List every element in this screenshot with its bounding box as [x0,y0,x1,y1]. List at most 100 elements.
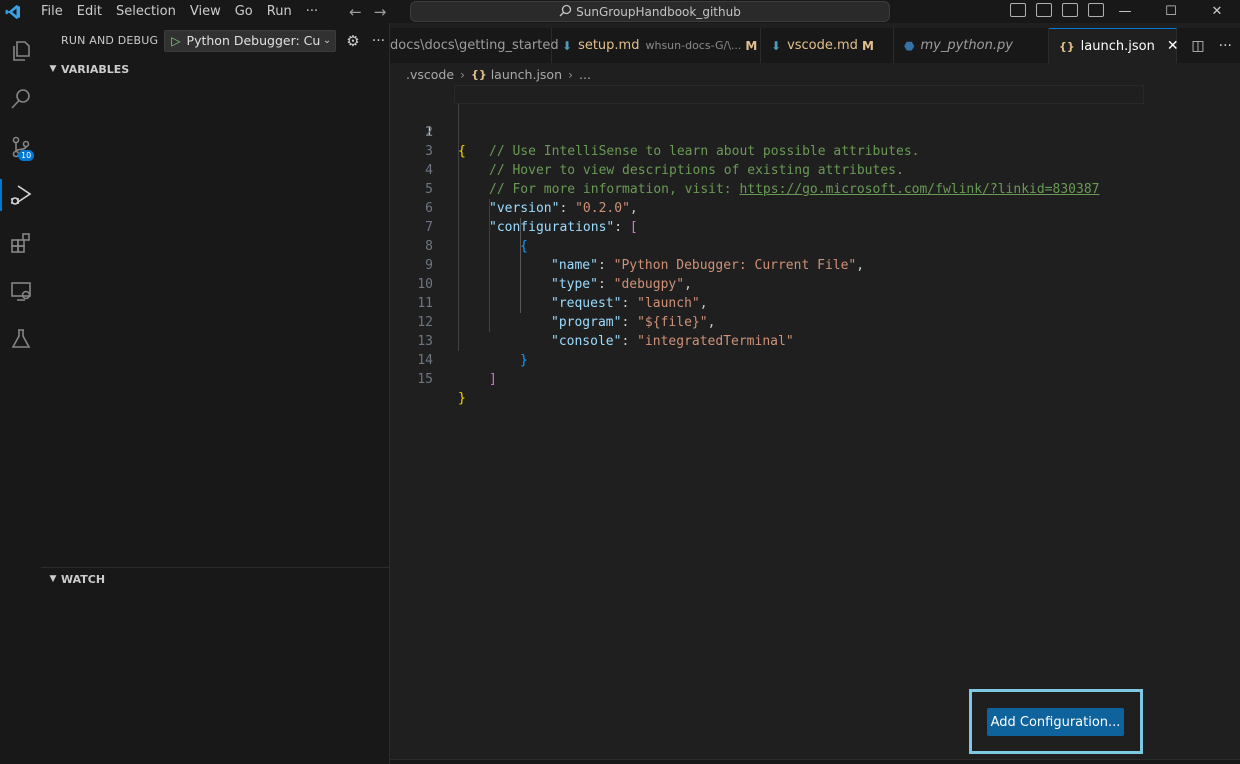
current-line-highlight [454,85,1144,104]
run-and-debug-icon[interactable] [0,173,41,217]
json-string: "${file}" [637,315,708,330]
code-line: 5 "version": "0.2.0", [390,161,638,216]
code-line: 8 "name": "Python Debugger: Current File… [390,218,864,273]
markdown-file-icon: ⬇ [771,38,782,53]
chevron-right-icon: › [460,66,466,82]
more-actions-icon[interactable]: ··· [372,33,385,49]
command-center-search[interactable]: SunGroupHandbook_github [410,1,890,22]
tab-label: vscode.md [787,38,858,53]
code-line: 12 "console": "integratedTerminal" [390,294,793,349]
tab-my-python-py[interactable]: ⬣ my_python.py [894,28,1049,63]
title-bar: File Edit Selection View Go Run ··· ← → … [0,0,1240,23]
minimize-icon[interactable]: — [1102,0,1148,23]
json-key: "version" [489,201,560,216]
toggle-sidebar-icon[interactable] [1010,3,1026,17]
add-configuration-button[interactable]: Add Configuration... [987,708,1124,736]
modified-indicator: M [861,38,874,53]
tab-launch-json[interactable]: {} launch.json ✕ [1049,28,1179,63]
tab-label: docs\docs\getting_started [390,38,559,53]
breadcrumb-folder[interactable]: .vscode [406,67,454,82]
run-and-debug-sidebar: RUN AND DEBUG ▷ Python Debugger: Current… [41,23,390,764]
menu-selection[interactable]: Selection [109,0,183,23]
code-editor[interactable]: 1 { 2 // Use IntelliSense to learn about… [390,85,1240,759]
source-control-icon[interactable] [0,125,41,169]
json-key: "program" [551,315,622,330]
json-key: "configurations" [489,220,615,235]
json-key: "name" [551,258,598,273]
json-file-icon: {} [1059,39,1075,53]
menu-view[interactable]: View [183,0,228,23]
variables-section-header[interactable]: ▼ VARIABLES [41,58,389,80]
source-control-badge: 10 [18,150,35,161]
code-line: 3 // Hover to view descriptions of exist… [390,123,904,178]
close-window-icon[interactable]: ✕ [1194,0,1240,23]
remote-explorer-icon[interactable] [0,269,41,313]
docs-link[interactable]: https://go.microsoft.com/fwlink/?linkid=… [739,182,1099,197]
editor-tab-bar: docs\docs\getting_started ⬇ setup.md whs… [390,28,1240,63]
editor-actions: ◫ ··· [1191,28,1232,63]
gear-icon[interactable]: ⚙ [346,32,359,50]
breadcrumb-more[interactable]: ... [579,67,591,82]
navigation-arrows: ← → [349,3,386,21]
menu-run[interactable]: Run [260,0,299,23]
explorer-icon[interactable] [0,29,41,73]
code-line: 4 // For more information, visit: https:… [390,142,1099,197]
variables-label: VARIABLES [61,62,130,76]
json-file-icon: {} [471,67,487,81]
code-line: 13 } [390,313,527,368]
code-line: 14 ] [390,332,496,387]
json-string: "Python Debugger: Current File" [613,258,857,273]
toggle-panel-icon[interactable] [1036,3,1052,17]
close-tab-icon[interactable]: ✕ [1167,38,1179,54]
debug-config-dropdown[interactable]: ▷ Python Debugger: Current File ⌄ [164,29,337,52]
extensions-icon[interactable] [0,221,41,265]
more-actions-icon[interactable]: ··· [1219,38,1232,54]
menu-file[interactable]: File [34,0,70,23]
chevron-down-icon: ▼ [49,574,57,584]
code-line: 7 { [390,199,528,254]
back-arrow-icon[interactable]: ← [349,3,362,21]
menu-edit[interactable]: Edit [70,0,109,23]
comment-text: // For more information, visit: [489,182,740,197]
window-controls: — ☐ ✕ [1102,0,1240,23]
json-string: "debugpy" [613,277,685,292]
tab-setup-md[interactable]: ⬇ setup.md whsun-docs-G/\... M [552,28,761,63]
watch-label: WATCH [61,572,106,586]
json-string: "launch" [637,296,700,311]
vscode-logo-icon [2,1,24,23]
tab-vscode-md[interactable]: ⬇ vscode.md M [761,28,894,63]
python-file-icon: ⬣ [904,38,915,53]
start-debugging-icon[interactable]: ▷ [171,34,180,48]
modified-indicator: M [745,38,758,53]
menu-bar: File Edit Selection View Go Run ··· [34,0,325,23]
tab-description: whsun-docs-G/\... [645,39,742,52]
json-key: "console" [551,334,622,349]
json-key: "type" [551,277,598,292]
editor-bottom-edge [390,759,1240,764]
code-line: 6 "configurations": [ [390,180,638,235]
watch-section: ▼ WATCH [41,567,390,590]
tab-getting-started[interactable]: docs\docs\getting_started [390,28,559,63]
split-editor-icon[interactable]: ◫ [1191,38,1204,54]
forward-arrow-icon[interactable]: → [374,3,387,21]
code-line: 2 // Use IntelliSense to learn about pos… [390,104,919,159]
tab-label: launch.json [1080,38,1155,54]
toggle-secondary-sidebar-icon[interactable] [1062,3,1078,17]
line-number: 15 [417,372,433,387]
tab-label: my_python.py [920,38,1013,53]
watch-section-header[interactable]: ▼ WATCH [41,568,390,590]
maximize-icon[interactable]: ☐ [1148,0,1194,23]
menu-more-icon[interactable]: ··· [299,0,325,23]
layout-controls [1010,3,1104,17]
debug-config-name: Python Debugger: Current File [186,33,321,48]
menu-go[interactable]: Go [228,0,260,23]
search-sidebar-icon[interactable] [0,77,41,121]
chevron-down-icon: ⌄ [322,35,332,46]
testing-icon[interactable] [0,317,41,361]
sidebar-title: RUN AND DEBUG [61,34,159,47]
code-line: 9 "type": "debugpy", [390,237,692,292]
breadcrumb-file[interactable]: launch.json [491,67,562,82]
breadcrumb: .vscode › {} launch.json › ... [406,63,591,85]
code-line: 15 } [390,351,465,406]
json-string: "0.2.0" [575,201,630,216]
